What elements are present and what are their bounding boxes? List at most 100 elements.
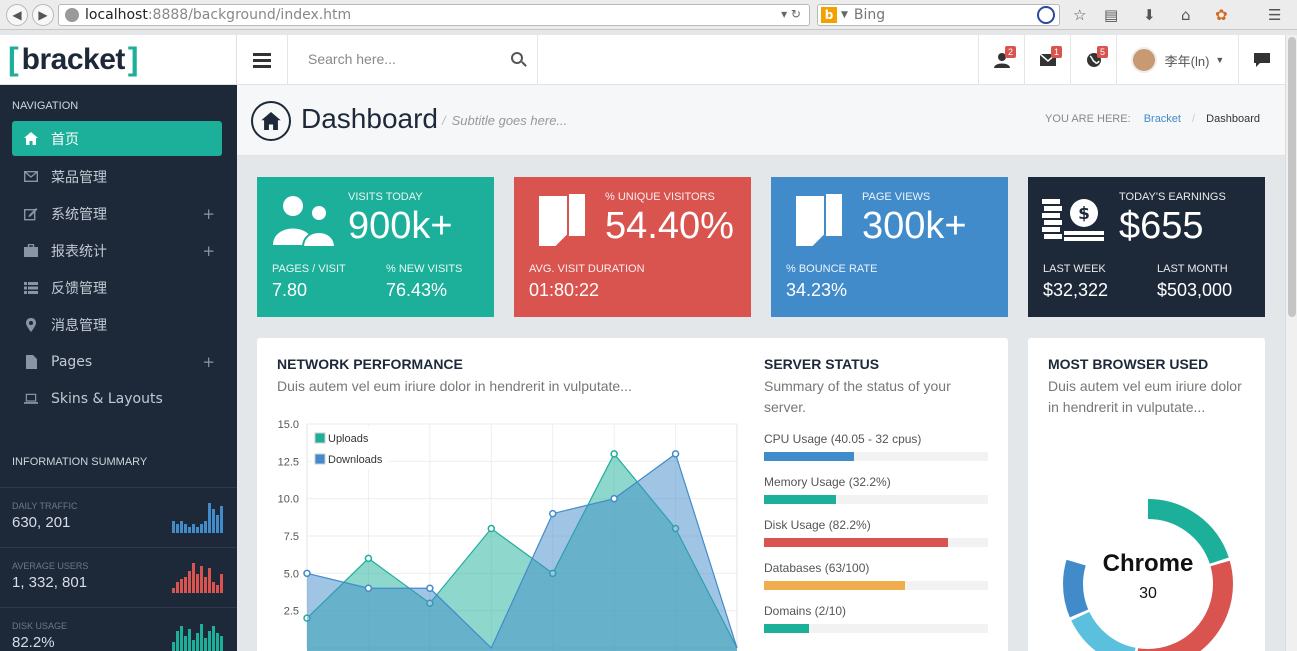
sidebar-item-label: 首页 bbox=[51, 131, 79, 148]
y-tick-label: 5.0 bbox=[284, 568, 299, 580]
tile-value: 300k+ bbox=[862, 205, 967, 247]
sparkline-bar bbox=[216, 515, 219, 533]
panel-title: MOST BROWSER USED bbox=[1048, 356, 1209, 372]
expand-plus-icon[interactable]: + bbox=[202, 242, 215, 260]
sidebar-item-pages[interactable]: Pages + bbox=[0, 343, 237, 380]
sidebar-item-skins[interactable]: Skins & Layouts bbox=[0, 380, 237, 417]
magnifier-icon[interactable] bbox=[1037, 6, 1055, 24]
data-point bbox=[610, 494, 618, 503]
tile-label: PAGE VIEWS bbox=[862, 191, 931, 203]
messages-notification-button[interactable]: 1 bbox=[1024, 35, 1070, 85]
menu-toggle-icon[interactable] bbox=[237, 35, 288, 85]
home-icon bbox=[251, 101, 291, 141]
tile-stat-label: PAGES / VISIT bbox=[272, 263, 346, 275]
tile-value: 54.40% bbox=[605, 205, 734, 247]
forward-icon[interactable]: ▶ bbox=[32, 3, 54, 26]
logo-word: bracket bbox=[21, 42, 126, 76]
alerts-notification-button[interactable]: 5 bbox=[1070, 35, 1116, 85]
sparkline-chart bbox=[172, 622, 223, 651]
search-engine-bar[interactable]: b ▼ Bing bbox=[817, 4, 1060, 26]
donut-center-label: Chrome bbox=[1102, 550, 1194, 577]
server-item-label: Memory Usage (32.2%) bbox=[764, 475, 891, 489]
sidebar-item-feedback[interactable]: 反馈管理 bbox=[0, 269, 237, 306]
sparkline-bar bbox=[200, 524, 203, 533]
sparkline-bar bbox=[176, 524, 179, 533]
sparkline-bar bbox=[220, 574, 223, 593]
data-point bbox=[487, 524, 496, 533]
avatar bbox=[1130, 47, 1157, 73]
comment-icon bbox=[1254, 53, 1270, 67]
logo[interactable]: [ bracket ] bbox=[0, 35, 237, 85]
sparkline-bar bbox=[212, 582, 215, 593]
breadcrumb-current: Dashboard bbox=[1206, 113, 1260, 125]
y-tick-label: 10.0 bbox=[278, 494, 299, 506]
y-tick-label: 7.5 bbox=[284, 531, 299, 543]
expand-plus-icon[interactable]: + bbox=[202, 353, 215, 371]
tile-stat-value: 76.43% bbox=[386, 280, 448, 300]
tile-unique-visitors: % UNIQUE VISITORS 54.40% AVG. VISIT DURA… bbox=[514, 177, 751, 317]
scrollbar-thumb[interactable] bbox=[1288, 37, 1296, 317]
sparkline-bar bbox=[196, 574, 199, 593]
page-subtitle: / Subtitle goes here... bbox=[442, 113, 568, 128]
tile-stat-label: LAST MONTH bbox=[1157, 263, 1228, 275]
map-marker-icon bbox=[24, 317, 38, 332]
chat-button[interactable] bbox=[1238, 35, 1285, 85]
data-point bbox=[548, 509, 557, 518]
tile-value: $655 bbox=[1119, 205, 1204, 247]
documents-icon bbox=[794, 193, 844, 247]
tile-stat-label: % NEW VISITS bbox=[386, 263, 463, 275]
sparkline-bar bbox=[176, 631, 179, 651]
back-icon[interactable]: ◀ bbox=[6, 3, 28, 26]
sparkline-bar bbox=[192, 524, 195, 533]
address-bar[interactable]: localhost :8888/background/index.htm ▾ ↻ bbox=[58, 4, 810, 26]
progress-track bbox=[764, 581, 988, 590]
tile-label: % UNIQUE VISITORS bbox=[605, 191, 715, 203]
summary-disk-usage: DISK USAGE 82.2% bbox=[0, 608, 237, 651]
user-name: 李年(ln) bbox=[1164, 53, 1210, 69]
tile-visits: VISITS TODAY 900k+ PAGES / VISIT 7.80 % … bbox=[257, 177, 494, 317]
progress-fill bbox=[764, 452, 854, 461]
sparkline-bar bbox=[188, 571, 191, 593]
sidebar-item-reports[interactable]: 报表统计 + bbox=[0, 232, 237, 269]
search-icon[interactable] bbox=[511, 52, 523, 64]
panel-description: Duis autem vel eum iriure dolor in hendr… bbox=[1048, 378, 1242, 415]
page-scrollbar[interactable] bbox=[1285, 35, 1297, 651]
sparkline-bar bbox=[184, 636, 187, 651]
expand-plus-icon[interactable]: + bbox=[202, 205, 215, 223]
browser-toolbar: ◀ ▶ localhost :8888/background/index.htm… bbox=[0, 0, 1297, 30]
sidebar-item-label: 消息管理 bbox=[51, 317, 107, 334]
sidebar-item-system[interactable]: 系统管理 + bbox=[0, 195, 237, 232]
browser-panel: MOST BROWSER USED Duis autem vel eum iri… bbox=[1028, 338, 1265, 651]
sidebar-item-dishes[interactable]: 菜品管理 bbox=[0, 158, 237, 195]
user-menu[interactable]: 李年(ln) ▼ bbox=[1116, 35, 1238, 85]
breadcrumb-separator: / bbox=[1192, 113, 1196, 125]
server-item: CPU Usage (40.05 - 32 cpus) bbox=[764, 432, 994, 461]
sparkline-bar bbox=[180, 579, 183, 593]
tile-stat-label: LAST WEEK bbox=[1043, 263, 1106, 275]
sidebar-item-home[interactable]: 首页 bbox=[12, 121, 222, 156]
sidebar-item-label: Pages bbox=[51, 353, 93, 370]
addon-icon[interactable]: ✿ bbox=[1215, 6, 1228, 24]
star-icon[interactable]: ☆ bbox=[1073, 6, 1086, 24]
browser-menu-icon[interactable]: ☰ bbox=[1268, 6, 1281, 24]
panel-description: Summary of the status of your server. bbox=[764, 378, 951, 415]
search-input[interactable] bbox=[288, 35, 488, 83]
home-browser-icon[interactable]: ⌂ bbox=[1181, 6, 1191, 24]
sparkline-bar bbox=[204, 577, 207, 593]
url-path: :8888/background/index.htm bbox=[147, 7, 352, 23]
home-icon bbox=[24, 132, 38, 146]
server-item: Memory Usage (32.2%) bbox=[764, 475, 994, 504]
caret-down-icon: ▼ bbox=[1215, 55, 1225, 65]
data-point bbox=[303, 569, 311, 578]
engine-dropdown-icon[interactable]: ▼ bbox=[841, 10, 848, 20]
breadcrumb-link[interactable]: Bracket bbox=[1144, 113, 1181, 125]
reload-icon[interactable]: ▾ ↻ bbox=[781, 7, 801, 21]
server-item: Domains (2/10) bbox=[764, 604, 994, 633]
data-point bbox=[671, 450, 680, 458]
top-header: 2 1 5 李年(ln) ▼ bbox=[237, 35, 1285, 85]
breadcrumb-prefix: YOU ARE HERE: bbox=[1045, 113, 1131, 125]
users-notification-button[interactable]: 2 bbox=[978, 35, 1024, 85]
clipboard-icon[interactable]: ▤ bbox=[1104, 6, 1118, 24]
download-icon[interactable]: ⬇ bbox=[1143, 6, 1156, 24]
sidebar-item-messages[interactable]: 消息管理 bbox=[0, 306, 237, 343]
